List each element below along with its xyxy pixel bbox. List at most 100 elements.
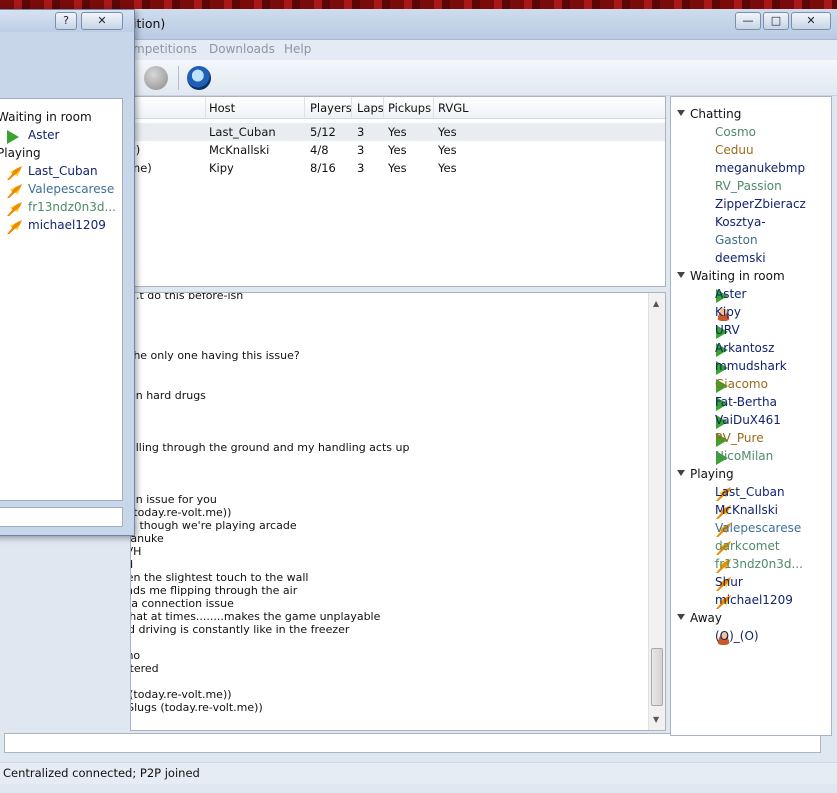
user-list-item[interactable]: michael1209 — [715, 593, 793, 607]
menu-help[interactable]: Help — [284, 42, 311, 56]
user-list-item[interactable]: darkcomet — [715, 539, 780, 553]
room-window-close-button[interactable]: ✕ — [81, 12, 123, 30]
user-list-item[interactable]: Fat-Bertha — [715, 395, 777, 409]
user-list[interactable]: Chatting Cosmo Ceduu meganukebmp RV_Passion Z… — [670, 96, 832, 736]
status-text: Centralized connected; P2P joined — [3, 766, 200, 780]
user-list-item[interactable]: McKnallski — [715, 503, 778, 517]
chat-text: an issue for you — [130, 493, 217, 506]
user-list-item[interactable]: mmudshark — [715, 359, 787, 373]
chat-text: Hi Cosmo — [131, 649, 141, 662]
chat-text: the only one having this issue? — [130, 349, 300, 362]
chat-text: alling through the ground and my handlin… — [130, 441, 410, 454]
user-list-item[interactable]: Valepescarese — [715, 521, 801, 535]
chat-line: * Room closed (Slugs (today.re-volt.me)) — [130, 688, 232, 701]
room-players-list[interactable]: Waiting in room Aster Playing Last_Cuban Val… — [0, 98, 123, 501]
user-list-item[interactable]: fr13ndz0n3d... — [28, 200, 116, 214]
close-button[interactable]: ✕ — [791, 12, 831, 30]
user-group-header[interactable]: Waiting in room — [677, 269, 785, 283]
scroll-down-icon[interactable]: ▼ — [653, 715, 659, 724]
col-host[interactable]: Host — [209, 101, 235, 115]
chat-line: alling through the ground and my handlin… — [130, 441, 410, 454]
chat-line: * Arkantosz has exited — [131, 558, 133, 571]
user-list-item[interactable]: Gaston — [715, 233, 758, 247]
racing-icon — [7, 184, 22, 198]
room-window: ? ✕ Waiting in room Aster Playing Last_Cuba… — [0, 9, 135, 536]
user-list-item[interactable]: fr13ndz0n3d... — [715, 557, 803, 571]
racing-icon — [7, 202, 22, 216]
user-group-header[interactable]: Playing — [0, 146, 41, 160]
chat-line: n though we're playing arcade — [130, 519, 297, 532]
user-list-item[interactable]: Kipy — [715, 305, 741, 319]
menu-downloads[interactable]: Downloads — [209, 42, 275, 56]
user-list-item[interactable]: VaiDuX461 — [715, 413, 781, 427]
globe-icon[interactable] — [144, 66, 168, 90]
room-chat-input[interactable] — [0, 507, 123, 527]
chat-line: (today.re-volt.me)) — [130, 506, 232, 519]
scroll-thumb[interactable] — [651, 648, 663, 706]
chat-text: good job meganuke — [130, 532, 164, 545]
user-list-item[interactable]: deemski — [715, 251, 766, 265]
chat-line: <Kipy> you fucked RVH — [131, 545, 142, 558]
chat-text: even the slightest touch to the wall — [131, 571, 309, 584]
user-list-item[interactable]: URV — [715, 323, 740, 337]
chat-line: the only one having this issue? — [130, 349, 300, 362]
user-list-item[interactable]: Last_Cuban — [715, 485, 785, 499]
chat-scrollbar[interactable]: ▲ ▼ — [648, 293, 665, 730]
user-list-item[interactable]: Shur — [715, 575, 743, 589]
table-row[interactable]: me) Kipy 8/16 3 Yes Yes — [129, 159, 665, 177]
user-list-item[interactable]: Arkantosz — [715, 341, 774, 355]
scroll-up-icon[interactable]: ▲ — [653, 299, 659, 308]
chat-text: sends me flipping through the air — [131, 584, 298, 597]
user-list-item[interactable]: michael1209 — [28, 218, 106, 232]
chat-text: * Arkantosz has exited — [131, 558, 133, 571]
racing-icon — [7, 166, 22, 180]
user-group-header[interactable]: Away — [677, 611, 722, 625]
maximize-button[interactable]: □ — [763, 12, 789, 30]
chat-line: an issue for you — [130, 493, 217, 506]
user-list-item[interactable]: Kosztya- — [715, 215, 766, 229]
col-rvgl[interactable]: RVGL — [438, 101, 469, 115]
chat-line: <meganukebmp> And driving is constantly … — [131, 623, 349, 636]
user-list-item[interactable]: Last_Cuban — [28, 164, 98, 178]
user-list-item[interactable]: Valepescarese — [28, 182, 114, 196]
chat-text: (today.re-volt.me)) — [130, 506, 232, 519]
table-row[interactable]: y) McKnallski 4/8 3 Yes Yes — [129, 141, 665, 159]
rooms-table: Host Players Laps Pickups RVGL Last_Cuba… — [129, 96, 666, 287]
user-group-header[interactable]: Waiting in room — [0, 110, 92, 124]
chat-text: I get that at times........makes the gam… — [131, 610, 381, 623]
chat-text: * Room closed (Slugs (today.re-volt.me)) — [130, 688, 232, 701]
user-group-header[interactable]: Playing — [677, 467, 734, 481]
help-button[interactable]: ? — [55, 12, 77, 30]
user-group-header[interactable]: Chatting — [677, 107, 741, 121]
chat-line: <mmudshark> that's a connection issue — [131, 597, 234, 610]
user-list-item[interactable]: RV_Pure — [715, 431, 764, 445]
col-pickups[interactable]: Pickups — [388, 101, 431, 115]
user-list-item[interactable]: Ceduu — [715, 143, 754, 157]
chat-line: ...t do this before-ish — [131, 293, 243, 302]
user-list-item[interactable]: Cosmo — [715, 125, 756, 139]
chat-line: * New room created (Slugs (today.re-volt… — [131, 701, 263, 714]
message-input[interactable] — [4, 733, 821, 753]
room-window-title-bar: ? ✕ — [0, 10, 134, 32]
chat-line: on hard drugs — [131, 389, 206, 402]
minimize-button[interactable]: — — [735, 12, 761, 30]
menu-competitions[interactable]: mpetitions — [133, 42, 197, 56]
user-list-item[interactable]: Aster — [28, 128, 59, 142]
chat-text: you fucked RVH — [131, 545, 142, 558]
chat-text: n though we're playing arcade — [130, 519, 297, 532]
user-list-item[interactable]: ZipperZbieracz — [715, 197, 806, 211]
network-icon[interactable] — [187, 66, 211, 90]
chat-line: <Fat-Bertha> Hi Cosmo — [131, 649, 141, 662]
user-list-item[interactable]: (O)_(O) — [715, 629, 759, 643]
col-players[interactable]: Players — [310, 101, 352, 115]
user-list-item[interactable]: meganukebmp — [715, 161, 805, 175]
col-laps[interactable]: Laps — [357, 101, 384, 115]
table-row[interactable]: Last_Cuban 5/12 3 Yes Yes — [131, 123, 665, 141]
chat-line: <meganukebmp> sends me flipping through … — [131, 584, 298, 597]
chat-log[interactable]: ...t do this before-ish the only one havi… — [130, 292, 666, 731]
chat-line: <Kipy> good job meganuke — [130, 532, 164, 545]
user-list-item[interactable]: RV_Passion — [715, 179, 782, 193]
user-list-item[interactable]: Aster — [715, 287, 746, 301]
user-list-item[interactable]: Giacomo — [715, 377, 768, 391]
user-list-item[interactable]: NicoMilan — [715, 449, 773, 463]
